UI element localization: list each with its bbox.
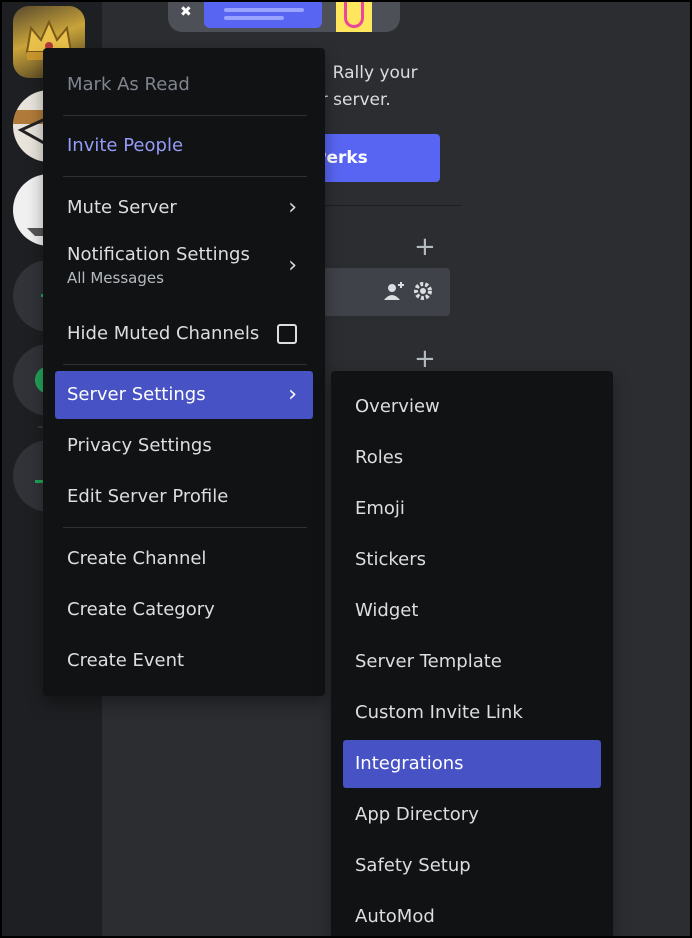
submenu-item-server-template[interactable]: Server Template [343,638,601,686]
submenu-item-widget[interactable]: Widget [343,587,601,635]
boost-text-line1: e! Rally your [310,63,418,83]
submenu-item-app-directory[interactable]: App Directory [343,791,601,839]
create-channel-plus-icon[interactable]: + [414,234,436,260]
sparkle-icon: ✖ [180,4,192,20]
submenu-item-emoji[interactable]: Emoji [343,485,601,533]
gear-icon[interactable] [412,280,434,302]
see-perks-button[interactable]: Perks [310,134,440,182]
add-person-icon[interactable] [382,280,406,302]
menu-item-invite-people[interactable]: Invite People [55,123,313,169]
menu-item-label: Create Category [67,599,215,620]
menu-item-label: Privacy Settings [67,435,212,456]
chevron-right-icon: › [288,382,297,407]
menu-item-label: Create Event [67,650,185,671]
menu-item-create-category[interactable]: Create Category [55,587,313,633]
menu-item-label: Create Channel [67,548,207,569]
server-settings-submenu: Overview Roles Emoji Stickers Widget Ser… [331,371,613,938]
menu-item-server-settings[interactable]: Server Settings › [55,371,313,419]
submenu-item-custom-invite-link[interactable]: Custom Invite Link [343,689,601,737]
menu-item-label: Mute Server [67,197,177,218]
chevron-right-icon: › [288,195,297,220]
menu-item-mute-server[interactable]: Mute Server › [55,185,313,231]
menu-item-mark-as-read[interactable]: Mark As Read [55,62,313,108]
hide-muted-checkbox[interactable] [277,324,297,344]
submenu-item-roles[interactable]: Roles [343,434,601,482]
boost-text-line2: ur server. [310,90,391,110]
menu-item-label: Hide Muted Channels [67,323,260,344]
submenu-item-stickers[interactable]: Stickers [343,536,601,584]
menu-separator [63,176,307,177]
create-category-plus-icon[interactable]: + [414,346,436,372]
boost-illustration: ✖ [168,2,400,32]
shield-icon [344,2,364,28]
submenu-item-overview[interactable]: Overview [343,383,601,431]
menu-item-create-event[interactable]: Create Event [55,638,313,684]
submenu-item-integrations[interactable]: Integrations [343,740,601,788]
submenu-item-safety-setup[interactable]: Safety Setup [343,842,601,890]
submenu-item-automod[interactable]: AutoMod [343,893,601,938]
menu-item-label: Server Settings [67,384,206,405]
menu-item-notification-settings[interactable]: Notification Settings All Messages › [55,236,313,296]
menu-item-label: Notification Settings [67,244,250,265]
menu-item-label: Edit Server Profile [67,486,229,507]
chevron-right-icon: › [288,253,297,278]
menu-separator [63,115,307,116]
notification-value: All Messages [67,269,164,287]
boost-description: e! Rally your ur server. [310,60,450,114]
menu-item-label: Invite People [67,135,184,156]
menu-item-privacy-settings[interactable]: Privacy Settings [55,423,313,469]
menu-item-create-channel[interactable]: Create Channel [55,536,313,582]
menu-separator [63,527,307,528]
menu-item-label: Mark As Read [67,74,190,95]
menu-item-edit-server-profile[interactable]: Edit Server Profile [55,474,313,520]
menu-separator [63,364,307,365]
server-context-menu: Mark As Read Invite People Mute Server ›… [43,48,325,696]
menu-item-hide-muted-channels[interactable]: Hide Muted Channels [55,311,313,357]
